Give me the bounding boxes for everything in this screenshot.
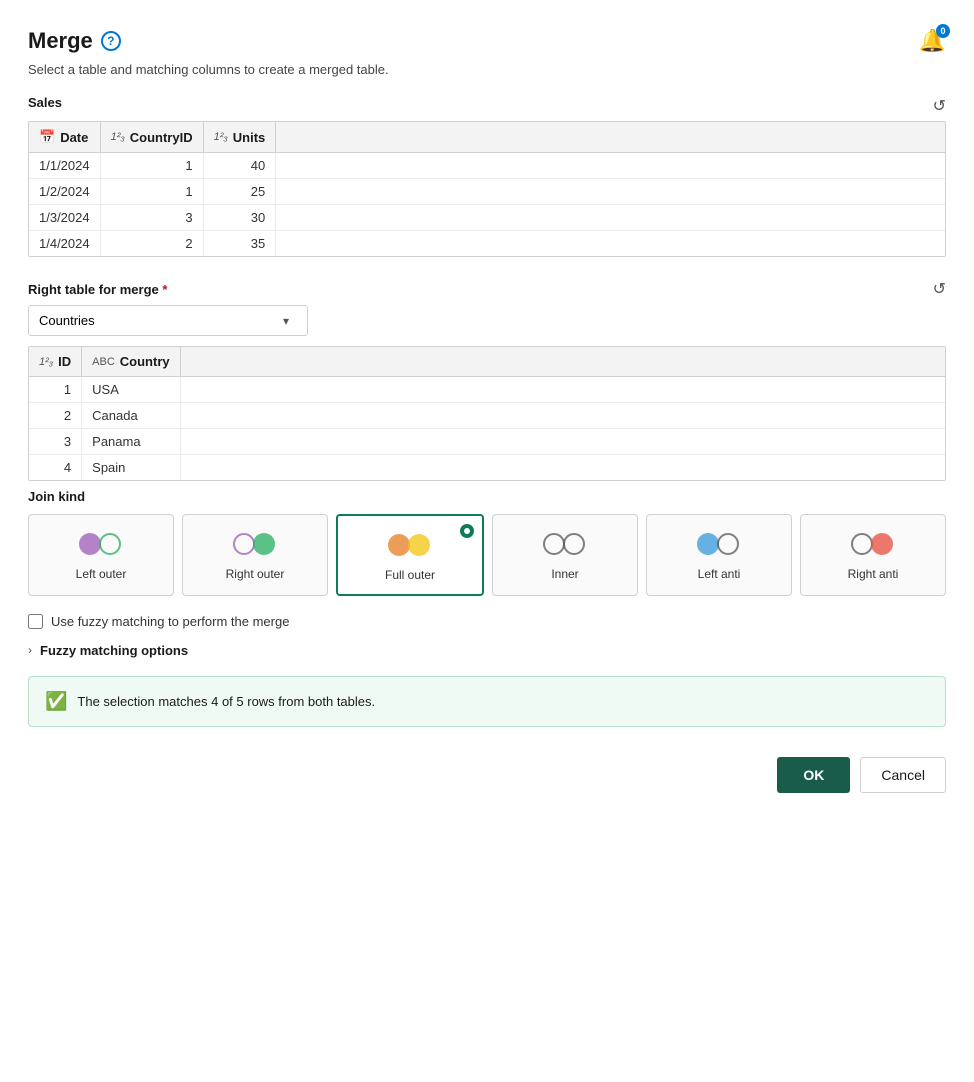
- country-empty-2: [180, 403, 945, 429]
- sales-date-4: 1/4/2024: [29, 231, 100, 257]
- join-card-left-anti[interactable]: Left anti: [646, 514, 792, 596]
- left-anti-icon: [695, 529, 743, 559]
- table-row: 4 Spain: [29, 455, 945, 481]
- country-empty-1: [180, 377, 945, 403]
- chevron-right-icon: ›: [28, 643, 32, 657]
- country-empty-3: [180, 429, 945, 455]
- sales-col-countryid[interactable]: 1²₃ CountryID: [100, 122, 203, 153]
- country-name-4: Spain: [82, 455, 180, 481]
- left-anti-label: Left anti: [698, 567, 741, 583]
- ok-button[interactable]: OK: [777, 757, 850, 793]
- fuzzy-options-label: Fuzzy matching options: [40, 643, 188, 658]
- sales-col-units[interactable]: 1²₃ Units: [203, 122, 276, 153]
- sales-col-date[interactable]: 📅 Date: [29, 122, 100, 153]
- sales-units-2: 25: [203, 179, 276, 205]
- success-check-icon: ✅: [45, 691, 67, 712]
- sales-units-4: 35: [203, 231, 276, 257]
- notification-icon[interactable]: 🔔 0: [919, 28, 946, 54]
- table-row: 1/2/2024 1 25: [29, 179, 945, 205]
- join-card-right-anti[interactable]: Right anti: [800, 514, 946, 596]
- countries-col-country[interactable]: ABC Country: [82, 347, 180, 377]
- sales-countryid-2: 1: [100, 179, 203, 205]
- countries-col-id[interactable]: 1²₃ ID: [29, 347, 82, 377]
- join-card-left-outer[interactable]: Left outer: [28, 514, 174, 596]
- right-table-dropdown-wrapper: Countries ▾: [28, 305, 946, 336]
- right-outer-icon: [231, 529, 279, 559]
- table-row: 1 USA: [29, 377, 945, 403]
- notification-badge: 0: [936, 24, 950, 38]
- table-row: 1/1/2024 1 40: [29, 153, 945, 179]
- right-table-header: Right table for merge * ↺: [28, 279, 946, 299]
- footer-buttons: OK Cancel: [28, 757, 946, 793]
- sales-table: 📅 Date 1²₃ CountryID 1²₃ Units: [29, 122, 945, 256]
- country-name-2: Canada: [82, 403, 180, 429]
- join-kind-label: Join kind: [28, 489, 946, 504]
- table-row: 2 Canada: [29, 403, 945, 429]
- table-row: 1/4/2024 2 35: [29, 231, 945, 257]
- calendar-icon: 📅: [39, 129, 55, 145]
- help-icon[interactable]: ?: [101, 31, 121, 51]
- inner-label: Inner: [551, 567, 578, 583]
- full-outer-icon: [386, 530, 434, 560]
- sales-refresh-icon[interactable]: ↺: [933, 96, 946, 116]
- country-name-1: USA: [82, 377, 180, 403]
- sales-header: Sales ↺: [28, 95, 946, 116]
- country-empty-4: [180, 455, 945, 481]
- country-id-1: 1: [29, 377, 82, 403]
- sales-empty-4: [276, 231, 945, 257]
- dialog-header: Merge ? 🔔 0: [28, 28, 946, 54]
- table-row: 1/3/2024 3 30: [29, 205, 945, 231]
- full-outer-label: Full outer: [385, 568, 435, 584]
- sales-units-1: 40: [203, 153, 276, 179]
- right-table-refresh-icon[interactable]: ↺: [933, 279, 946, 299]
- sales-countryid-3: 3: [100, 205, 203, 231]
- left-outer-label: Left outer: [76, 567, 127, 583]
- fuzzy-checkbox-label[interactable]: Use fuzzy matching to perform the merge: [51, 614, 289, 629]
- required-indicator: *: [162, 282, 167, 297]
- join-card-full-outer[interactable]: Full outer: [336, 514, 484, 596]
- countries-table: 1²₃ ID ABC Country 1 US: [29, 347, 945, 480]
- countries-col-empty: [180, 347, 945, 377]
- right-outer-label: Right outer: [226, 567, 285, 583]
- cancel-button[interactable]: Cancel: [860, 757, 946, 793]
- sales-empty-2: [276, 179, 945, 205]
- sales-countryid-1: 1: [100, 153, 203, 179]
- sales-date-2: 1/2/2024: [29, 179, 100, 205]
- sales-table-wrapper: 📅 Date 1²₃ CountryID 1²₃ Units: [28, 121, 946, 257]
- left-outer-icon: [77, 529, 125, 559]
- sales-empty-3: [276, 205, 945, 231]
- selected-indicator: [460, 524, 474, 538]
- success-text: The selection matches 4 of 5 rows from b…: [77, 694, 375, 709]
- join-options: Left outer Right outer Full outer: [28, 514, 946, 596]
- sales-empty-1: [276, 153, 945, 179]
- success-banner: ✅ The selection matches 4 of 5 rows from…: [28, 676, 946, 727]
- fuzzy-options-row[interactable]: › Fuzzy matching options: [28, 643, 946, 658]
- sales-date-1: 1/1/2024: [29, 153, 100, 179]
- right-table-label: Right table for merge *: [28, 282, 167, 297]
- join-card-inner[interactable]: Inner: [492, 514, 638, 596]
- inner-icon: [541, 529, 589, 559]
- sales-date-3: 1/3/2024: [29, 205, 100, 231]
- right-table-dropdown[interactable]: Countries: [28, 305, 308, 336]
- sales-countryid-4: 2: [100, 231, 203, 257]
- dialog-subtitle: Select a table and matching columns to c…: [28, 62, 946, 77]
- right-anti-label: Right anti: [848, 567, 899, 583]
- country-id-3: 3: [29, 429, 82, 455]
- fuzzy-checkbox-row: Use fuzzy matching to perform the merge: [28, 614, 946, 629]
- table-row: 3 Panama: [29, 429, 945, 455]
- countries-table-wrapper: 1²₃ ID ABC Country 1 US: [28, 346, 946, 481]
- sales-units-3: 30: [203, 205, 276, 231]
- dialog-title: Merge: [28, 28, 93, 54]
- sales-col-empty: [276, 122, 945, 153]
- merge-dialog: Merge ? 🔔 0 Select a table and matching …: [0, 0, 974, 1082]
- sales-label: Sales: [28, 95, 62, 110]
- title-area: Merge ?: [28, 28, 121, 54]
- country-id-4: 4: [29, 455, 82, 481]
- fuzzy-checkbox[interactable]: [28, 614, 43, 629]
- country-name-3: Panama: [82, 429, 180, 455]
- right-anti-icon: [849, 529, 897, 559]
- join-card-right-outer[interactable]: Right outer: [182, 514, 328, 596]
- country-id-2: 2: [29, 403, 82, 429]
